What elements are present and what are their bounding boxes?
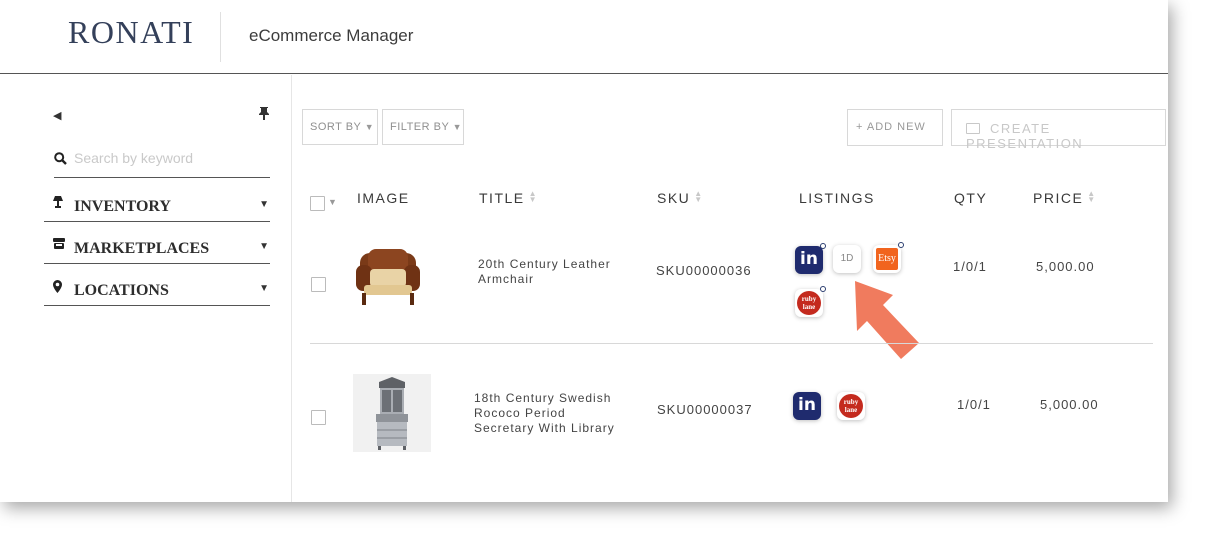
map-marker-icon — [53, 280, 62, 296]
row-divider — [310, 343, 1153, 344]
monitor-icon — [966, 123, 980, 134]
chevron-down-icon: ▼ — [259, 283, 269, 294]
ruby-lane-logo: ruby lane — [839, 394, 863, 418]
create-presentation-label: CREATE PRESENTATION — [966, 121, 1084, 151]
pointer-arrow-indicator — [855, 281, 919, 359]
product-qty: 1/0/1 — [957, 397, 991, 412]
product-thumbnail-secretary[interactable] — [353, 374, 431, 457]
ruby-lane-listing-badge[interactable]: ruby lane — [837, 392, 865, 420]
filter-by-label: FILTER BY — [390, 121, 450, 133]
sort-by-button[interactable]: SORT BY ▼ — [302, 109, 378, 145]
product-price: 5,000.00 — [1040, 397, 1099, 412]
status-dot — [898, 242, 904, 248]
column-header-listings: LISTINGS — [799, 190, 875, 206]
row-checkbox[interactable] — [311, 277, 326, 292]
column-header-title[interactable]: TITLE ▲ ▼ — [479, 190, 538, 207]
column-header-qty: QTY — [954, 190, 988, 206]
status-dot — [820, 243, 826, 249]
sidebar: ◀ INVENTORY ▼ MARKETP — [0, 75, 292, 502]
title-line: Rococo Period — [474, 406, 566, 420]
page: RONATI eCommerce Manager ◀ INVENTORY — [0, 0, 1230, 545]
badge-label: in — [800, 249, 818, 269]
ruby-lane-logo-bottom: lane — [844, 406, 858, 414]
ruby-lane-logo-bottom: lane — [802, 303, 816, 311]
chevron-down-icon: ▼ — [259, 199, 269, 210]
sort-icon[interactable]: ▲ ▼ — [694, 190, 703, 204]
product-qty: 1/0/1 — [953, 259, 987, 274]
column-header-label: SKU — [657, 190, 691, 206]
column-header-label: PRICE — [1033, 190, 1084, 206]
sort-icon[interactable]: ▲ ▼ — [529, 190, 538, 204]
ruby-lane-listing-badge[interactable]: ruby lane — [795, 286, 826, 317]
select-options-caret-icon[interactable]: ▼ — [328, 197, 337, 207]
lamp-icon — [53, 196, 63, 211]
top-bar: RONATI eCommerce Manager — [0, 0, 1168, 74]
ruby-lane-logo-top: ruby — [801, 295, 817, 303]
product-thumbnail-armchair[interactable] — [354, 245, 422, 312]
sidebar-item-inventory[interactable]: INVENTORY ▼ — [44, 180, 270, 222]
title-line: Armchair — [478, 272, 535, 286]
column-header-price[interactable]: PRICE ▲ ▼ — [1033, 190, 1097, 207]
title-line: 20th Century Leather — [478, 257, 611, 271]
search-input[interactable] — [74, 150, 264, 166]
product-sku: SKU00000037 — [657, 402, 753, 417]
sidebar-item-label: MARKETPLACES — [74, 240, 210, 257]
1stdibs-listing-badge[interactable]: in — [793, 392, 821, 420]
sort-icon[interactable]: ▲ ▼ — [1087, 190, 1096, 204]
product-title[interactable]: 18th Century Swedish Rococo Period Secre… — [474, 391, 615, 436]
product-price: 5,000.00 — [1036, 259, 1095, 274]
title-line: Secretary With Library — [474, 421, 615, 435]
sidebar-item-label: LOCATIONS — [74, 282, 169, 299]
column-header-image: IMAGE — [357, 190, 410, 206]
pin-icon[interactable] — [259, 106, 269, 123]
add-new-button[interactable]: + ADD NEW — [847, 109, 943, 146]
title-line: 18th Century Swedish — [474, 391, 612, 405]
collapse-sidebar-icon[interactable]: ◀ — [53, 109, 61, 122]
filter-by-button[interactable]: FILTER BY ▼ — [382, 109, 464, 145]
sidebar-item-marketplaces[interactable]: MARKETPLACES ▼ — [44, 222, 270, 264]
etsy-listing-badge[interactable]: Etsy — [873, 242, 904, 273]
badge-label: in — [798, 395, 816, 415]
search-box — [54, 149, 270, 178]
status-dot — [820, 286, 826, 292]
chevron-down-icon: ▼ — [259, 241, 269, 252]
sort-by-label: SORT BY — [310, 121, 362, 133]
etsy-logo: Etsy — [876, 248, 898, 270]
ruby-lane-logo: ruby lane — [797, 291, 821, 315]
row-checkbox[interactable] — [311, 410, 326, 425]
product-title[interactable]: 20th Century Leather Armchair — [478, 257, 611, 287]
ronati-logo[interactable]: RONATI — [68, 14, 194, 51]
store-icon — [53, 238, 65, 252]
select-all-checkbox[interactable] — [310, 196, 325, 211]
sidebar-item-label: INVENTORY — [74, 198, 171, 215]
ruby-lane-logo-top: ruby — [843, 398, 859, 406]
1stdibs-listing-badge[interactable]: in — [795, 243, 826, 274]
column-header-label: TITLE — [479, 190, 525, 206]
caret-down-icon: ▼ — [452, 122, 463, 132]
1d-listing-badge[interactable]: 1D — [833, 245, 861, 273]
create-presentation-button[interactable]: CREATE PRESENTATION — [951, 109, 1166, 151]
app-window: RONATI eCommerce Manager ◀ INVENTORY — [0, 0, 1168, 502]
header-divider — [220, 12, 221, 62]
caret-down-icon: ▼ — [364, 122, 375, 132]
product-sku: SKU00000036 — [656, 263, 752, 278]
search-icon — [54, 152, 67, 168]
sidebar-item-locations[interactable]: LOCATIONS ▼ — [44, 264, 270, 306]
app-name: eCommerce Manager — [249, 26, 414, 45]
column-header-sku[interactable]: SKU ▲ ▼ — [657, 190, 704, 207]
